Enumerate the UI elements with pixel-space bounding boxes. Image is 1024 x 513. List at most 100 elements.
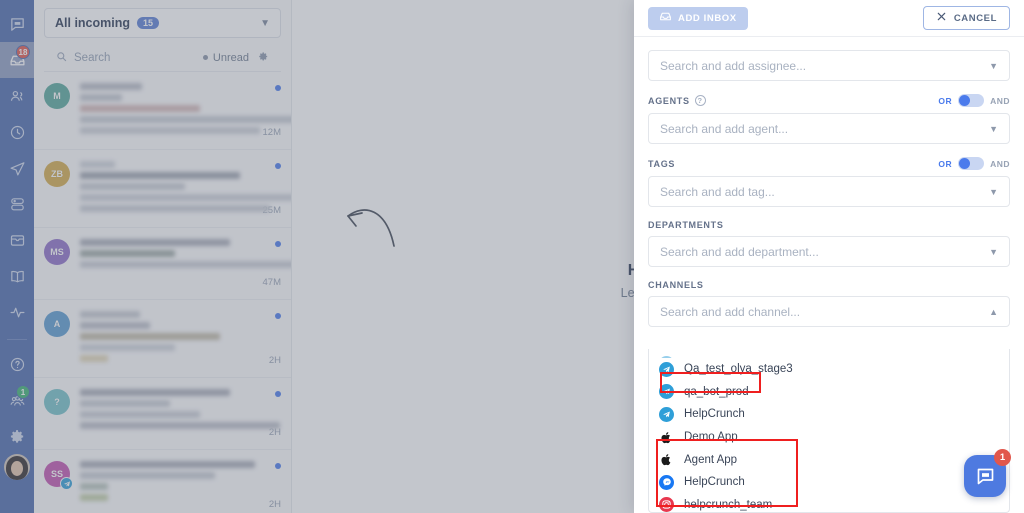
conversation-list-item[interactable]: M 12M [34,72,291,150]
telegram-icon [659,384,674,400]
redacted-text-line [80,161,115,168]
chevron-down-icon: ▼ [989,186,998,197]
contacts-icon [10,90,22,101]
telegram-icon [659,361,674,377]
apple-icon [659,452,674,467]
list-item[interactable]: helpcrunch_team [649,494,1009,512]
channel-option-label: HelpCrunch [684,408,745,421]
inbox-filter-select[interactable]: All incoming 15 ▼ [44,8,281,38]
channel-option-label: qa_bot_prod [684,385,749,398]
avatar-face [11,461,23,476]
list-settings-gear-icon[interactable] [258,51,269,65]
agents-label-row: AGENTS ? OR AND [648,94,1010,107]
redacted-text-line [80,355,108,362]
add-inbox-button[interactable]: ADD INBOX [648,6,748,30]
settings-gear-icon [10,429,23,443]
conversation-timestamp: 2H [268,499,281,510]
conversation-list-header: All incoming 15 ▼ Search Unread [34,0,291,72]
add-inbox-panel: ADD INBOX CANCEL Search and add assignee… [634,0,1024,513]
conversation-list-item[interactable]: A 2H [34,300,291,378]
dropdown-scroll-clip [649,352,1009,358]
tags-or-and-toggle[interactable]: OR AND [938,157,1010,170]
conversation-list-item[interactable]: ? 2H [34,378,291,450]
panel-header: ADD INBOX CANCEL [634,0,1024,37]
conversation-timestamp: 47M [262,277,281,288]
unread-filter-label: Unread [212,51,249,64]
sidebar-item-help[interactable] [0,346,34,382]
sidebar-item-chatbot[interactable] [0,186,34,222]
sidebar-item-archive[interactable] [0,222,34,258]
unread-dot-icon [202,55,208,60]
archive-icon [10,234,24,246]
sidebar-item-chat[interactable] [0,6,34,42]
tags-select[interactable]: Search and add tag... ▼ [648,176,1010,207]
list-item[interactable]: Agent App [649,448,1009,471]
list-item[interactable]: HelpCrunch [649,403,1009,426]
conversation-list-item[interactable]: MS 47M [34,228,291,300]
sidebar-item-settings[interactable] [0,418,34,454]
sidebar-item-inbox[interactable]: 18 [0,42,34,78]
avatar: ZB [44,161,70,187]
assignee-select[interactable]: Search and add assignee... ▼ [648,50,1010,81]
sidebar-item-history[interactable] [0,114,34,150]
telegram-icon [60,477,73,490]
sidebar-item-team[interactable]: 1 [0,382,34,418]
departments-select[interactable]: Search and add department... ▼ [648,236,1010,267]
channel-option-label: helpcrunch_team [684,498,773,511]
toggle-switch[interactable] [958,94,985,107]
cancel-button[interactable]: CANCEL [922,6,1010,30]
help-tooltip-icon[interactable]: ? [694,95,706,106]
sidebar-item-contacts[interactable] [0,78,34,114]
chevron-up-icon: ▲ [989,306,998,317]
channels-dropdown[interactable]: Qa_test_olya_stage3 qa_bot_prod HelpCrunch… [648,349,1010,513]
list-item[interactable]: Demo App [649,426,1009,449]
redacted-text-line [80,483,108,490]
redacted-text-line [80,422,280,429]
sidebar-item-knowledge-base[interactable] [0,258,34,294]
list-item[interactable]: HelpCrunch [649,471,1009,494]
agents-toggle-and-label: AND [990,95,1010,106]
assignee-placeholder: Search and add assignee... [660,58,807,73]
conversation-search-row[interactable]: Search Unread [44,44,281,72]
channels-label-row: CHANNELS [648,280,1010,290]
telegram-icon [659,406,674,422]
avatar: ? [44,389,70,415]
rail-divider [7,339,27,340]
unread-filter-button[interactable]: Unread [202,51,249,64]
chevron-down-icon: ▼ [989,60,998,71]
search-input[interactable]: Search [74,52,110,64]
team-notification-badge: 1 [16,385,30,399]
toggle-switch[interactable] [958,157,985,170]
chevron-down-icon: ▼ [260,17,270,29]
inbox-unread-badge: 18 [16,45,30,59]
agents-select[interactable]: Search and add agent... ▼ [648,113,1010,144]
channel-option-label: Qa_test_olya_stage3 [684,363,793,376]
sidebar-item-activity[interactable] [0,294,34,330]
agents-or-and-toggle[interactable]: OR AND [938,94,1010,107]
channel-options[interactable]: Qa_test_olya_stage3 qa_bot_prod HelpCrunch… [649,358,1009,512]
unread-indicator-dot [275,463,281,469]
conversation-list-item[interactable]: ZB 25M [34,150,291,228]
cancel-label: CANCEL [953,12,997,24]
conversation-meta: 2H [241,389,281,438]
conversation-list-item[interactable]: SS 2H [34,450,291,513]
redacted-text-line [80,116,291,123]
list-item[interactable]: qa_bot_prod [649,381,1009,404]
channels-select[interactable]: Search and add channel... ▲ [648,296,1010,327]
conversation-preview [80,461,255,510]
list-item[interactable]: Qa_test_olya_stage3 [649,358,1009,381]
conversation-preview [80,83,291,138]
curved-arrow-icon [342,198,412,263]
conversation-meta: 2H [241,311,281,366]
user-avatar[interactable] [4,454,30,480]
inbox-icon [659,10,672,26]
widget-unread-badge: 1 [994,449,1011,466]
sidebar-item-campaigns[interactable] [0,150,34,186]
redacted-text-line [80,239,230,246]
tags-toggle-or-label: OR [938,158,953,169]
redacted-text-line [80,261,291,268]
chat-widget-launcher[interactable]: 1 [964,449,1011,497]
help-icon [10,357,24,371]
list-item[interactable] [649,352,1009,358]
conversation-items[interactable]: M12MZB25MMS47MA2H?2HSS2HLP [34,72,291,513]
